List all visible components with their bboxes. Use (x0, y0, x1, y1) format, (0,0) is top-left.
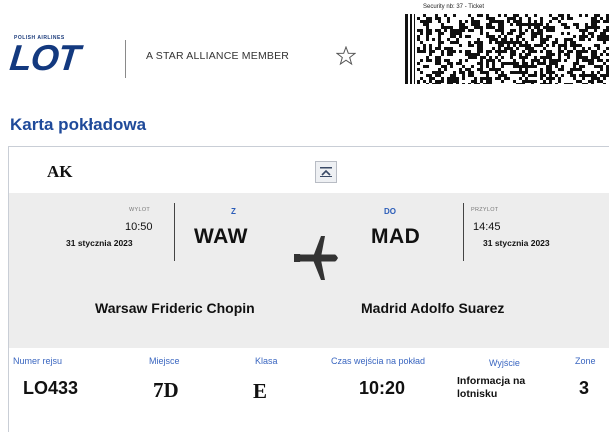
gate-value: Informacja na lotnisku (457, 375, 526, 400)
zone-label: Zone (575, 356, 596, 366)
flight-number-value: LO433 (23, 378, 79, 398)
passenger-name: AK (47, 162, 73, 181)
route-section: WYLOT 10:50 31 stycznia 2023 Z WAW DO MA… (9, 193, 609, 348)
seat-value: 7D (153, 378, 179, 402)
barcode-area: Security nb: 37 - Ticket (405, 4, 609, 84)
arrival-divider (463, 203, 464, 261)
gate-label: Wyjście (489, 358, 520, 368)
barcode-icon (405, 14, 609, 84)
flight-details: Numer rejsu LO433 Miejsce 7D Klasa E Cza… (9, 348, 609, 432)
departure-label: WYLOT (129, 207, 151, 213)
logo-divider (125, 40, 126, 78)
arrival-label: PRZYLOT (471, 207, 499, 213)
departure-code: WAW (194, 225, 248, 248)
airplane-icon (294, 236, 338, 280)
flight-number-label: Numer rejsu (13, 356, 63, 366)
card-header: AK (9, 147, 609, 193)
from-label: Z (231, 207, 236, 216)
zone-value: 3 (579, 378, 590, 398)
boarding-time-label: Czas wejścia na pokład (331, 356, 426, 366)
barcode-caption: Security nb: 37 - Ticket (423, 4, 485, 10)
seat-label: Miejsce (149, 356, 180, 366)
arrival-code: MAD (371, 225, 421, 248)
departure-date: 31 stycznia 2023 (66, 238, 133, 248)
star-alliance-icon (336, 46, 356, 66)
page-title: Karta pokładowa (10, 115, 147, 134)
arrival-date: 31 stycznia 2023 (483, 238, 550, 248)
alliance-text: A STAR ALLIANCE MEMBER (146, 50, 290, 62)
departure-airport: Warsaw Frideric Chopin (95, 300, 255, 316)
header: POLISH AIRLINES LOT A STAR ALLIANCE MEMB… (0, 0, 609, 100)
to-label: DO (384, 207, 396, 216)
class-label: Klasa (255, 356, 278, 366)
arrival-airport: Madrid Adolfo Suarez (361, 300, 505, 316)
class-value: E (253, 379, 268, 403)
departure-divider (174, 203, 175, 261)
collapse-icon (320, 167, 332, 177)
boarding-time-value: 10:20 (359, 378, 406, 398)
departure-time: 10:50 (125, 221, 153, 233)
arrival-time: 14:45 (473, 221, 501, 233)
lot-logo: LOT (7, 37, 82, 78)
boarding-pass-card: AK WYLOT 10:50 31 stycznia 2023 Z WAW DO… (8, 146, 609, 432)
collapse-button[interactable] (315, 161, 337, 183)
